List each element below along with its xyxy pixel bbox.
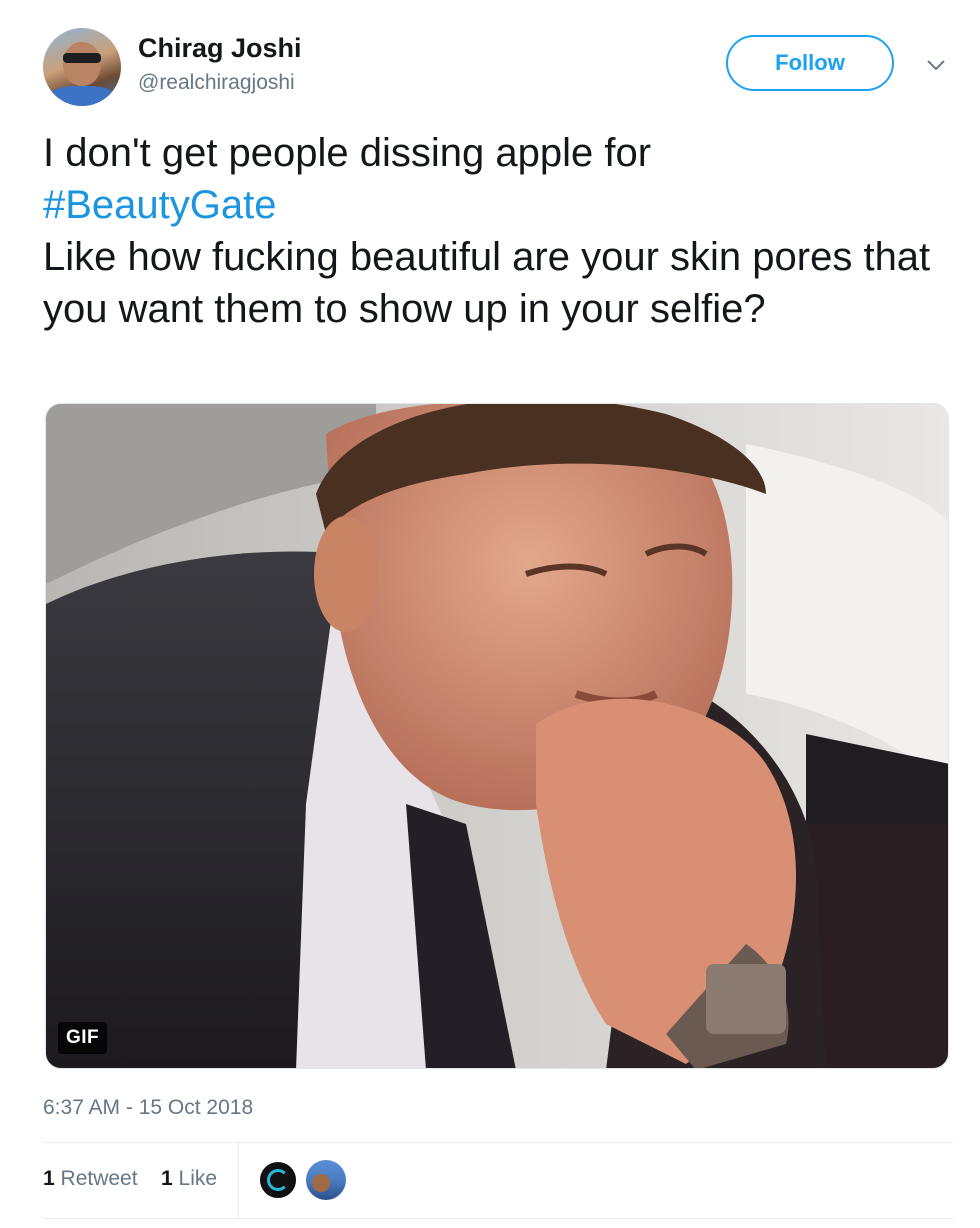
- liker-avatar[interactable]: [306, 1160, 346, 1200]
- liker-avatar-logo: [267, 1169, 289, 1191]
- author-handle[interactable]: @realchiragjoshi: [138, 71, 295, 95]
- avatar-face: [63, 42, 101, 86]
- retweet-count: 1: [43, 1167, 55, 1190]
- stats-divider-bottom: [43, 1218, 953, 1219]
- gif-image: [46, 404, 948, 1068]
- tweet-text: I don't get people dissing apple for #Be…: [43, 127, 953, 335]
- chevron-down-icon[interactable]: [924, 53, 948, 77]
- hashtag-link[interactable]: #BeautyGate: [43, 179, 953, 231]
- follow-button[interactable]: Follow: [726, 35, 894, 91]
- avatar-sunglasses: [63, 53, 101, 63]
- tweet-timestamp[interactable]: 6:37 AM - 15 Oct 2018: [43, 1096, 253, 1120]
- tweet-text-body: Like how fucking beautiful are your skin…: [43, 235, 931, 331]
- tweet-gif[interactable]: GIF: [45, 403, 949, 1069]
- author-avatar[interactable]: [43, 28, 121, 106]
- liker-avatar-figure: [312, 1174, 330, 1192]
- tweet-header: Chirag Joshi @realchiragjoshi Follow: [43, 28, 953, 108]
- like-stat[interactable]: 1 Like: [161, 1167, 217, 1191]
- tweet-stats: 1 Retweet 1 Like: [43, 1143, 953, 1218]
- author-name[interactable]: Chirag Joshi: [138, 33, 302, 64]
- retweet-label: Retweet: [60, 1167, 138, 1190]
- avatar-shirt: [47, 86, 117, 106]
- liker-avatar[interactable]: [258, 1160, 298, 1200]
- like-label: Like: [178, 1167, 218, 1190]
- retweet-stat[interactable]: 1 Retweet: [43, 1167, 138, 1191]
- tweet-text-line: I don't get people dissing apple for: [43, 131, 652, 175]
- gif-badge: GIF: [58, 1022, 108, 1054]
- like-count: 1: [161, 1167, 173, 1190]
- stats-separator: [238, 1143, 239, 1218]
